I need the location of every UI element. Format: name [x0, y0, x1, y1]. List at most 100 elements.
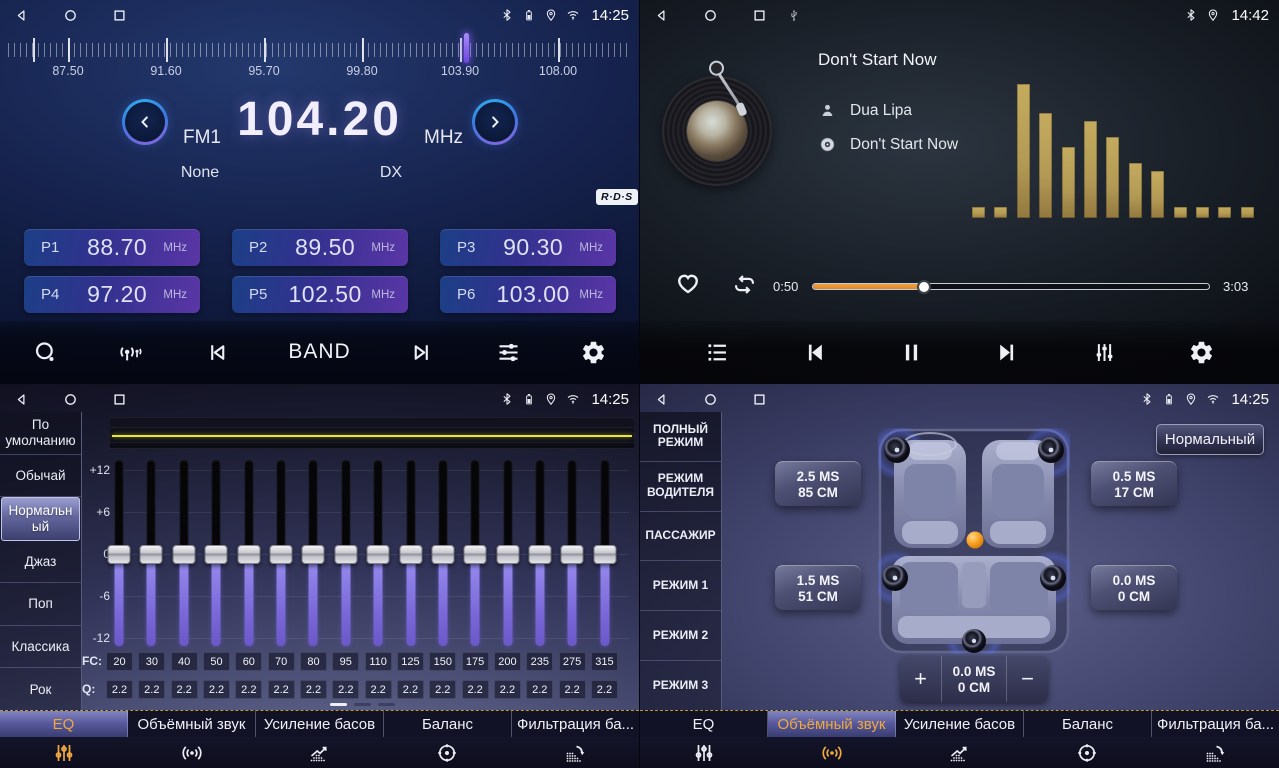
eq-band-slider[interactable]: [527, 460, 553, 646]
slider-knob[interactable]: [593, 545, 616, 564]
eq-preset-item[interactable]: По умолчанию: [0, 412, 81, 455]
eq-preset-item[interactable]: Рок: [0, 668, 81, 710]
next-track-icon[interactable]: [994, 339, 1021, 366]
fc-value-box[interactable]: 80: [300, 652, 327, 671]
tab-surround[interactable]: Объёмный звук: [768, 711, 896, 737]
surround-icon[interactable]: [768, 737, 896, 768]
tab-filter[interactable]: Фильтрация ба...: [512, 711, 639, 737]
tab-balance[interactable]: Баланс: [1024, 711, 1152, 737]
eq-band-slider[interactable]: [106, 460, 132, 646]
equalizer-icon[interactable]: [1091, 339, 1118, 366]
q-value-box[interactable]: 2.2: [203, 680, 230, 699]
tab-surround[interactable]: Объёмный звук: [128, 711, 256, 737]
back-icon[interactable]: [14, 392, 29, 407]
q-value-box[interactable]: 2.2: [397, 680, 424, 699]
eq-preset-item[interactable]: Нормальный: [1, 497, 80, 541]
q-value-box[interactable]: 2.2: [429, 680, 456, 699]
fc-value-box[interactable]: 275: [559, 652, 586, 671]
eq-band-slider[interactable]: [333, 460, 359, 646]
home-icon[interactable]: [703, 392, 718, 407]
fc-value-box[interactable]: 20: [106, 652, 133, 671]
repeat-icon[interactable]: [731, 271, 758, 298]
radio-preset-p1-button[interactable]: P188.70MHz: [24, 229, 200, 266]
fc-value-box[interactable]: 50: [203, 652, 230, 671]
scan-search-icon[interactable]: [32, 339, 59, 366]
fc-value-box[interactable]: 235: [526, 652, 553, 671]
eq-preset-item[interactable]: Обычай: [0, 455, 81, 498]
listening-mode-item[interactable]: ПАССАЖИР: [640, 512, 721, 562]
back-icon[interactable]: [654, 8, 669, 23]
listening-mode-item[interactable]: ПОЛНЫЙ РЕЖИМ: [640, 412, 721, 462]
slider-knob[interactable]: [237, 545, 260, 564]
eq-band-slider[interactable]: [236, 460, 262, 646]
filter-icon[interactable]: [1151, 737, 1279, 768]
progress-bar[interactable]: [812, 283, 1210, 290]
eq-band-slider[interactable]: [592, 460, 618, 646]
q-value-box[interactable]: 2.2: [235, 680, 262, 699]
eq-band-slider[interactable]: [559, 460, 585, 646]
slider-knob[interactable]: [302, 545, 325, 564]
slider-knob[interactable]: [140, 545, 163, 564]
eq-band-slider[interactable]: [430, 460, 456, 646]
slider-knob[interactable]: [367, 545, 390, 564]
delay-rear-right-button[interactable]: 0.0 MS 0 CM: [1091, 565, 1177, 610]
eq-preset-item[interactable]: Джаз: [0, 541, 81, 584]
tab-eq-sliders[interactable]: EQ: [640, 711, 768, 737]
recents-icon[interactable]: [752, 392, 767, 407]
back-icon[interactable]: [14, 8, 29, 23]
slider-knob[interactable]: [205, 545, 228, 564]
q-value-box[interactable]: 2.2: [332, 680, 359, 699]
fc-value-box[interactable]: 60: [235, 652, 262, 671]
fc-value-box[interactable]: 110: [365, 652, 392, 671]
slider-knob[interactable]: [269, 545, 292, 564]
fc-value-box[interactable]: 175: [462, 652, 489, 671]
slider-knob[interactable]: [108, 545, 131, 564]
delay-rear-left-button[interactable]: 1.5 MS 51 CM: [775, 565, 861, 610]
eq-band-slider[interactable]: [495, 460, 521, 646]
home-icon[interactable]: [63, 8, 78, 23]
radio-preset-p2-button[interactable]: P289.50MHz: [232, 229, 408, 266]
q-value-box[interactable]: 2.2: [494, 680, 521, 699]
eq-band-slider[interactable]: [138, 460, 164, 646]
fc-value-box[interactable]: 315: [591, 652, 618, 671]
bass-boost-icon[interactable]: [256, 737, 384, 768]
next-station-icon[interactable]: [409, 339, 436, 366]
eq-band-slider[interactable]: [203, 460, 229, 646]
slider-knob[interactable]: [464, 545, 487, 564]
slider-knob[interactable]: [334, 545, 357, 564]
delay-decrease-button[interactable]: −: [1006, 656, 1048, 702]
eq-preset-item[interactable]: Поп: [0, 583, 81, 626]
fc-value-box[interactable]: 30: [138, 652, 165, 671]
tuner-pointer[interactable]: [464, 33, 469, 63]
q-value-box[interactable]: 2.2: [268, 680, 295, 699]
gear-icon[interactable]: [580, 339, 607, 366]
listening-mode-item[interactable]: РЕЖИМ 3: [640, 661, 721, 710]
eq-sliders-icon[interactable]: [640, 737, 768, 768]
eq-band-slider[interactable]: [462, 460, 488, 646]
q-value-box[interactable]: 2.2: [559, 680, 586, 699]
radio-preset-p3-button[interactable]: P390.30MHz: [440, 229, 616, 266]
eq-band-slider[interactable]: [268, 460, 294, 646]
tab-bass-boost[interactable]: Усиление басов: [256, 711, 384, 737]
previous-track-icon[interactable]: [801, 339, 828, 366]
listening-mode-item[interactable]: РЕЖИМ ВОДИТЕЛЯ: [640, 462, 721, 512]
q-value-box[interactable]: 2.2: [138, 680, 165, 699]
tab-filter[interactable]: Фильтрация ба...: [1152, 711, 1279, 737]
pause-icon[interactable]: [898, 339, 925, 366]
surround-icon[interactable]: [128, 737, 256, 768]
q-value-box[interactable]: 2.2: [591, 680, 618, 699]
bass-boost-icon[interactable]: [896, 737, 1024, 768]
slider-knob[interactable]: [172, 545, 195, 564]
slider-knob[interactable]: [496, 545, 519, 564]
q-value-box[interactable]: 2.2: [526, 680, 553, 699]
slider-knob[interactable]: [431, 545, 454, 564]
eq-sliders-icon[interactable]: [0, 737, 128, 768]
slider-knob[interactable]: [529, 545, 552, 564]
delay-increase-button[interactable]: +: [900, 656, 942, 702]
audio-settings-icon[interactable]: [495, 339, 522, 366]
favorite-icon[interactable]: [673, 268, 703, 298]
back-icon[interactable]: [654, 392, 669, 407]
eq-band-slider[interactable]: [398, 460, 424, 646]
home-icon[interactable]: [63, 392, 78, 407]
home-icon[interactable]: [703, 8, 718, 23]
